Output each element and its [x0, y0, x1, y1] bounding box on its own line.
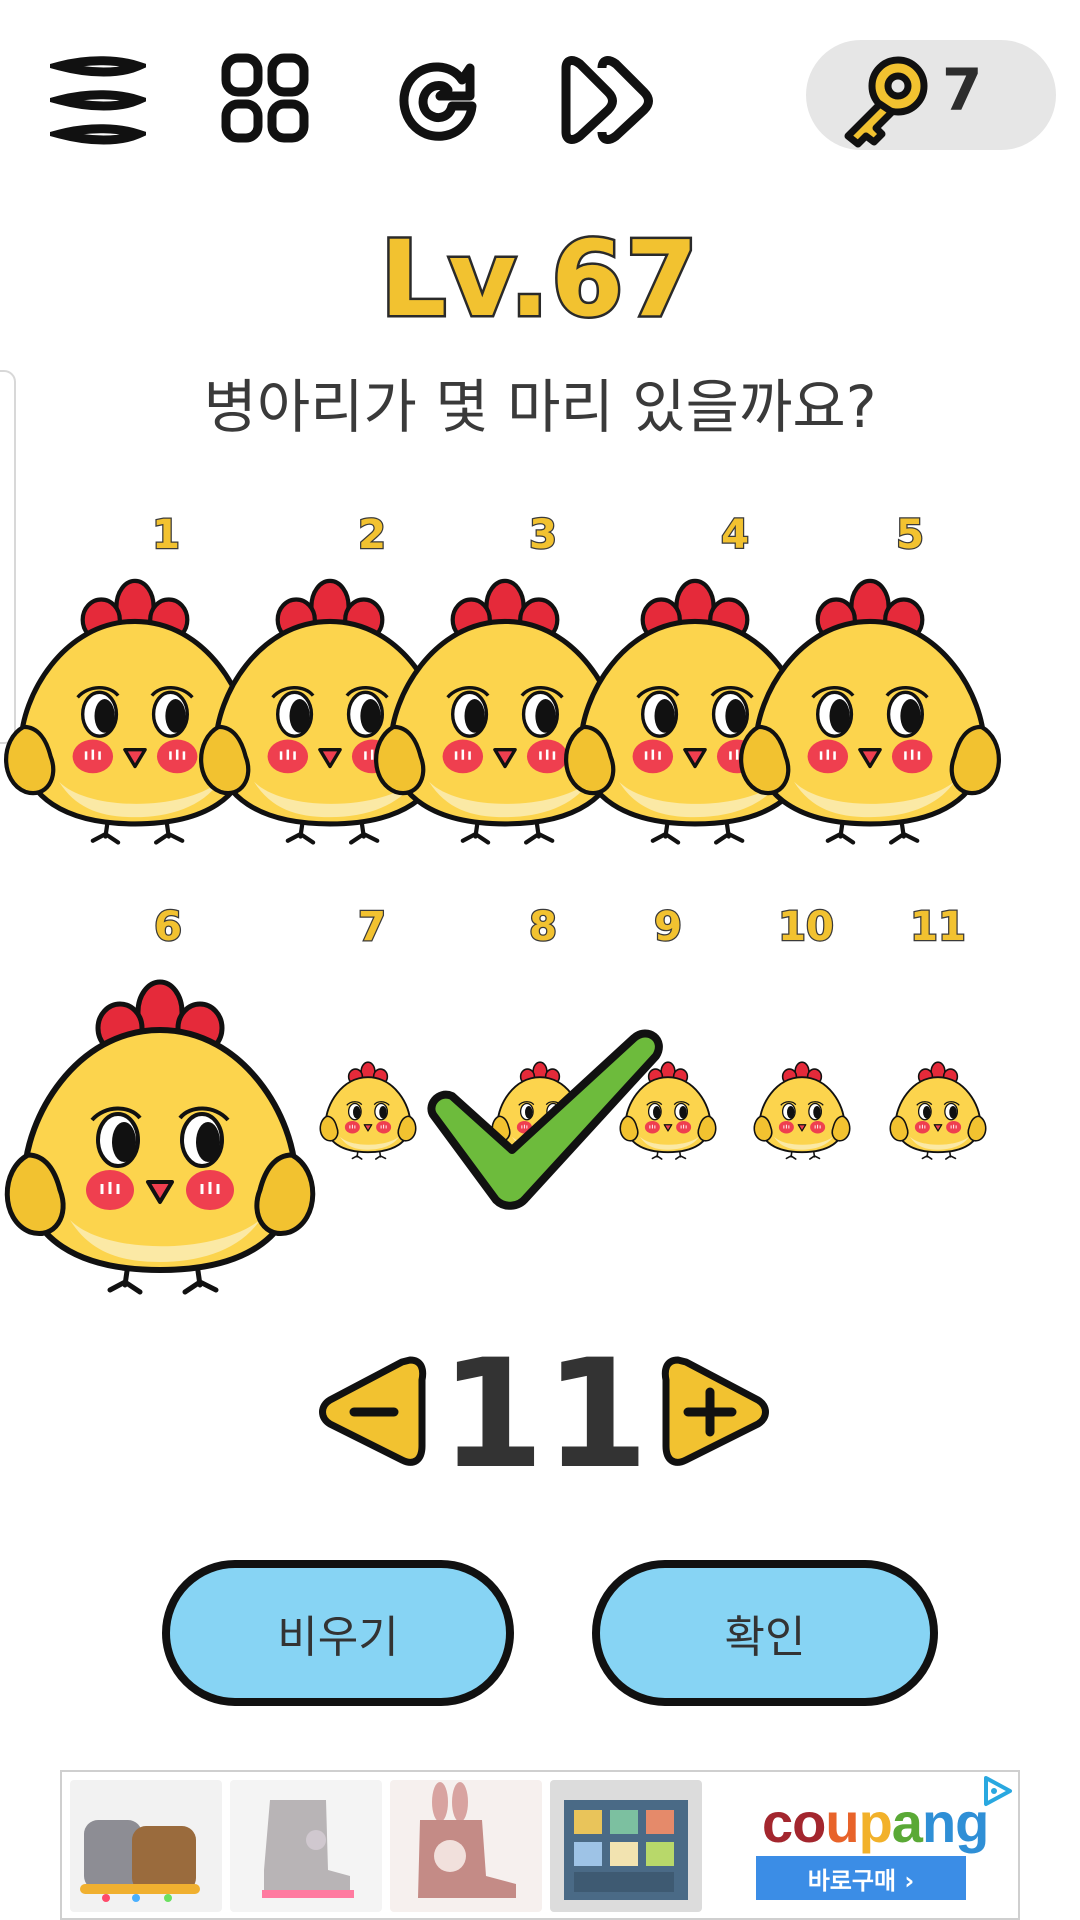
chick-label-1: 1: [151, 511, 181, 560]
ad-banner[interactable]: coupang coupang 바로구매 ›: [60, 1770, 1020, 1920]
chick-label-9: 9: [653, 903, 683, 952]
checkmark-icon: [427, 1029, 663, 1210]
restart-icon[interactable]: [390, 50, 486, 146]
key-counter[interactable]: 7: [806, 40, 1056, 150]
key-icon: [844, 56, 928, 148]
ad-buy-button[interactable]: 바로구매 ›: [756, 1856, 966, 1900]
chick-6[interactable]: [0, 955, 320, 1315]
ad-product-image[interactable]: [70, 1780, 222, 1912]
question-text: 병아리가 몇 마리 있을까요?: [203, 373, 877, 441]
ad-brand-logo: coupang: [762, 1791, 989, 1854]
chick-11[interactable]: [888, 1055, 988, 1165]
clear-button[interactable]: 비우기: [162, 1560, 514, 1706]
chick-label-2: 2: [357, 511, 387, 560]
menu-icon[interactable]: [50, 52, 146, 148]
key-count: 7: [942, 56, 983, 124]
chick-label-4: 4: [720, 511, 750, 560]
ad-product-image[interactable]: [230, 1780, 382, 1912]
minus-arrow-icon[interactable]: [318, 1352, 428, 1472]
confirm-button[interactable]: 확인: [592, 1560, 938, 1706]
count-value: 11: [440, 1328, 649, 1502]
chick-10[interactable]: [752, 1055, 852, 1165]
plus-arrow-icon[interactable]: [660, 1352, 770, 1472]
grid-icon[interactable]: [218, 50, 314, 146]
chick-7[interactable]: [318, 1055, 418, 1165]
chick-label-5: 5: [895, 511, 925, 560]
chick-label-7: 7: [357, 903, 387, 952]
level-title: Lv.67: [378, 216, 701, 343]
chick-label-10: 10: [777, 903, 835, 952]
chick-label-8: 8: [528, 903, 558, 952]
ad-product-image[interactable]: [390, 1780, 542, 1912]
chick-label-11: 11: [909, 903, 967, 952]
chick-label-3: 3: [528, 511, 558, 560]
chick-label-6: 6: [153, 903, 183, 952]
adchoices-icon[interactable]: [980, 1774, 1014, 1808]
ad-product-image[interactable]: [550, 1780, 702, 1912]
skip-icon[interactable]: [558, 52, 654, 148]
chick-5[interactable]: [735, 560, 1005, 860]
